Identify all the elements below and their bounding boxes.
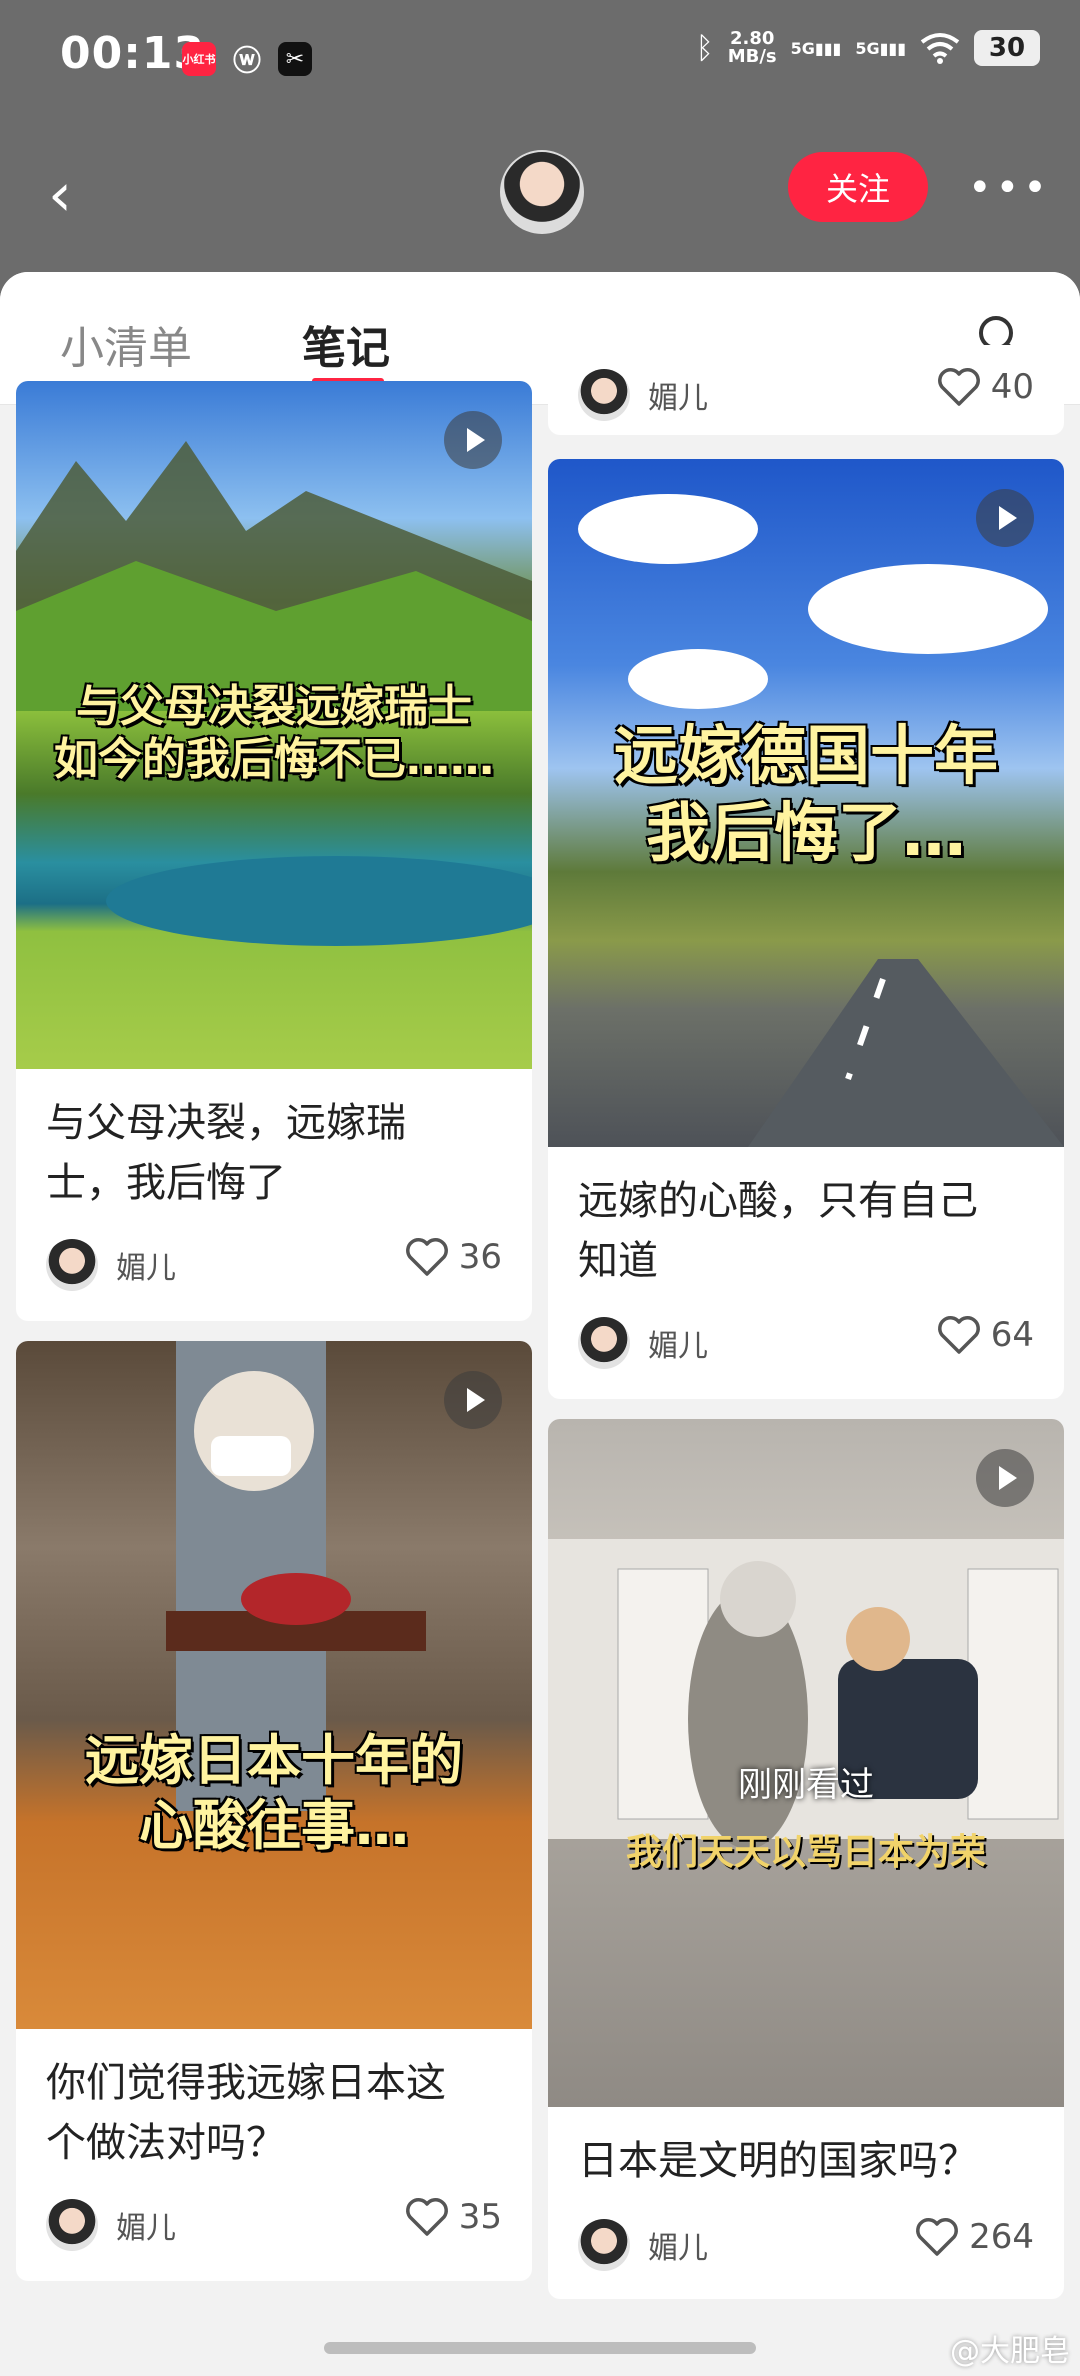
status-bar: 00:13 小红书 ⓦ ✂ ᛒ 2.80 MB/s 5G▮▮▮ 5G▮▮▮ 30 bbox=[0, 0, 1080, 120]
cover-caption: 远嫁德国十年 我后悔了… bbox=[614, 720, 998, 871]
avatar[interactable] bbox=[500, 150, 584, 234]
note-title[interactable]: 你们觉得我远嫁日本这 个做法对吗？ bbox=[46, 2053, 516, 2173]
capcut-icon: ✂ bbox=[278, 42, 312, 76]
note-cover-image[interactable]: 远嫁日本十年的 心酸往事… bbox=[16, 1341, 532, 2029]
video-play-icon bbox=[444, 1371, 502, 1429]
author-avatar bbox=[578, 369, 630, 421]
video-play-icon bbox=[976, 1449, 1034, 1507]
home-indicator[interactable] bbox=[324, 2342, 756, 2354]
note-title[interactable]: 远嫁的心酸，只有自己 知道 bbox=[578, 1171, 1048, 1291]
note-author[interactable]: 媚儿 bbox=[578, 2219, 708, 2271]
note-author[interactable]: 媚儿 bbox=[46, 1239, 176, 1291]
heart-icon bbox=[937, 1316, 980, 1354]
author-avatar bbox=[46, 1239, 98, 1291]
shop-illustration bbox=[166, 1341, 426, 1811]
heart-icon bbox=[937, 368, 980, 406]
note-title[interactable]: 日本是文明的国家吗？ bbox=[578, 2131, 1048, 2191]
more-options-button[interactable]: ••• bbox=[968, 158, 1047, 218]
like-button[interactable]: 64 bbox=[937, 1315, 1034, 1355]
note-card[interactable]: 刚刚看过 我们天天以骂日本为荣 日本是文明的国家吗？ 媚儿 264 bbox=[548, 1419, 1064, 2299]
like-button[interactable]: 264 bbox=[915, 2217, 1034, 2257]
note-author[interactable]: 媚儿 bbox=[46, 2199, 176, 2251]
notification-icons: 小红书 ⓦ ✂ bbox=[182, 42, 312, 77]
note-cover-image[interactable]: 刚刚看过 我们天天以骂日本为荣 bbox=[548, 1419, 1064, 2107]
like-button[interactable]: 40 bbox=[937, 367, 1034, 407]
wifi-icon bbox=[920, 33, 960, 64]
notes-sheet: 小清单 笔记 媚儿 40 与父母决裂远嫁瑞士 如今的我后悔不已…… 与父母决裂，… bbox=[0, 272, 1080, 2376]
note-card[interactable]: 远嫁日本十年的 心酸往事… 你们觉得我远嫁日本这 个做法对吗？ 媚儿 35 bbox=[16, 1341, 532, 2281]
like-button[interactable]: 36 bbox=[405, 1237, 502, 1277]
video-play-icon bbox=[976, 489, 1034, 547]
back-button[interactable]: ‹ bbox=[48, 160, 98, 230]
note-cover-image[interactable]: 与父母决裂远嫁瑞士 如今的我后悔不已…… bbox=[16, 381, 532, 1069]
author-avatar bbox=[578, 2219, 630, 2271]
note-card[interactable]: 远嫁德国十年 我后悔了… 远嫁的心酸，只有自己 知道 媚儿 64 bbox=[548, 459, 1064, 1399]
xiaohongshu-icon: 小红书 bbox=[182, 42, 216, 76]
heart-icon bbox=[405, 1238, 448, 1276]
heart-icon bbox=[916, 2218, 959, 2256]
note-card-partial[interactable]: 媚儿 40 bbox=[548, 345, 1064, 435]
signal-icon-1: 5G▮▮▮ bbox=[790, 38, 842, 58]
note-card[interactable]: 与父母决裂远嫁瑞士 如今的我后悔不已…… 与父母决裂，远嫁瑞 士，我后悔了 媚儿… bbox=[16, 381, 532, 1321]
tab-checklist[interactable]: 小清单 bbox=[60, 312, 192, 376]
heart-icon bbox=[405, 2198, 448, 2236]
tab-notes[interactable]: 笔记 bbox=[302, 312, 390, 376]
recently-viewed-label: 刚刚看过 bbox=[738, 1765, 874, 1805]
note-cover-image[interactable]: 远嫁德国十年 我后悔了… bbox=[548, 459, 1064, 1147]
weibo-icon: ⓦ bbox=[232, 44, 261, 77]
note-title[interactable]: 与父母决裂，远嫁瑞 士，我后悔了 bbox=[46, 1093, 506, 1213]
status-indicators: ᛒ 2.80 MB/s 5G▮▮▮ 5G▮▮▮ 30 bbox=[696, 30, 1040, 66]
note-author[interactable]: 媚儿 bbox=[578, 1317, 708, 1369]
notes-grid: 媚儿 40 与父母决裂远嫁瑞士 如今的我后悔不已…… 与父母决裂，远嫁瑞 士，我… bbox=[0, 345, 1080, 2376]
video-play-icon bbox=[444, 411, 502, 469]
cover-caption: 与父母决裂远嫁瑞士 如今的我后悔不已…… bbox=[54, 681, 494, 785]
author-avatar bbox=[46, 2199, 98, 2251]
cover-caption: 远嫁日本十年的 心酸往事… bbox=[85, 1729, 463, 1857]
signal-icon-2: 5G▮▮▮ bbox=[855, 38, 906, 58]
like-button[interactable]: 35 bbox=[405, 2197, 502, 2237]
video-subtitle: 我们天天以骂日本为荣 bbox=[625, 1832, 986, 1873]
profile-nav-bar: ‹ 关注 ••• bbox=[0, 130, 1080, 260]
note-author[interactable]: 媚儿 bbox=[578, 369, 708, 421]
author-avatar bbox=[578, 1317, 630, 1369]
network-speed: 2.80 MB/s bbox=[727, 28, 777, 67]
follow-button[interactable]: 关注 bbox=[788, 152, 928, 222]
watermark: @大肥皂 bbox=[950, 2334, 1070, 2369]
bluetooth-icon: ᛒ bbox=[695, 30, 714, 66]
battery-icon: 30 bbox=[974, 30, 1040, 66]
